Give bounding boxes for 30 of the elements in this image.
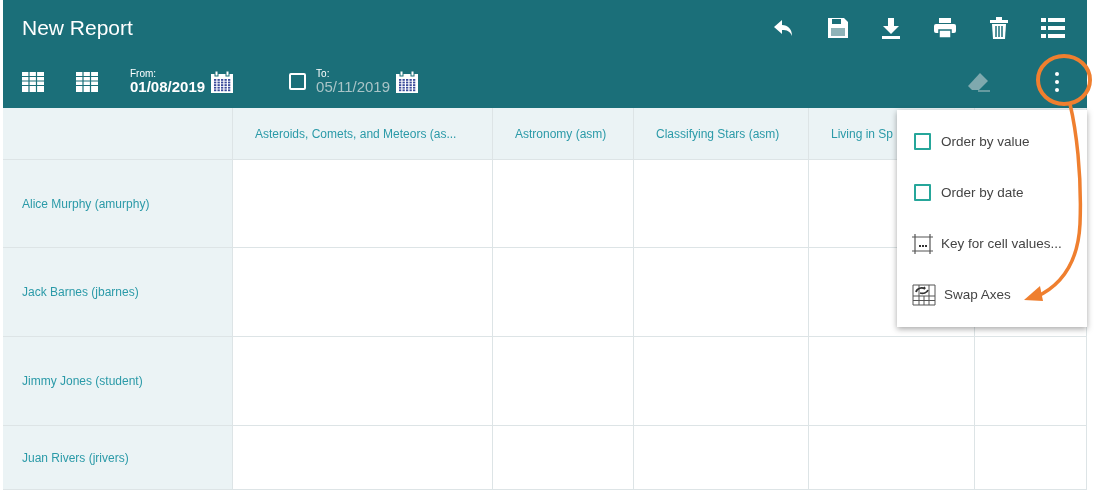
page-title: New Report <box>22 15 134 40</box>
table-icon[interactable] <box>22 71 44 92</box>
from-label: From: <box>130 69 158 79</box>
from-date[interactable]: 01/08/2019 <box>130 79 206 94</box>
undo-icon[interactable] <box>773 17 795 38</box>
save-icon[interactable] <box>827 16 849 39</box>
highlight-circle <box>1036 54 1092 106</box>
calendar-icon[interactable] <box>211 70 234 93</box>
menu-item[interactable]: Order by date <box>897 167 1087 218</box>
menu-item[interactable]: Key for cell values... <box>897 218 1087 269</box>
table-icon[interactable] <box>76 71 98 92</box>
key-icon <box>912 233 933 254</box>
to-label: To: <box>316 69 331 79</box>
swap-icon <box>912 283 936 306</box>
row-header: Jimmy Jones (student) <box>3 337 233 426</box>
menu-item[interactable]: Swap Axes <box>897 269 1087 320</box>
checkbox[interactable] <box>914 184 931 201</box>
column-header: Classifying Stars (asm) <box>634 108 809 160</box>
list-icon[interactable] <box>1041 16 1065 39</box>
print-icon[interactable] <box>933 16 957 39</box>
row-header: Juan Rivers (jrivers) <box>3 426 233 490</box>
trash-icon[interactable] <box>989 16 1009 39</box>
calendar-icon[interactable] <box>396 70 419 93</box>
checkbox[interactable] <box>914 133 931 150</box>
download-icon[interactable] <box>881 16 901 39</box>
row-header: Jack Barnes (jbarnes) <box>3 248 233 337</box>
row-header: Alice Murphy (amurphy) <box>3 160 233 248</box>
column-header: Astronomy (asm) <box>493 108 634 160</box>
to-checkbox[interactable] <box>289 73 307 90</box>
column-header: Asteroids, Comets, and Meteors (as... <box>233 108 493 160</box>
